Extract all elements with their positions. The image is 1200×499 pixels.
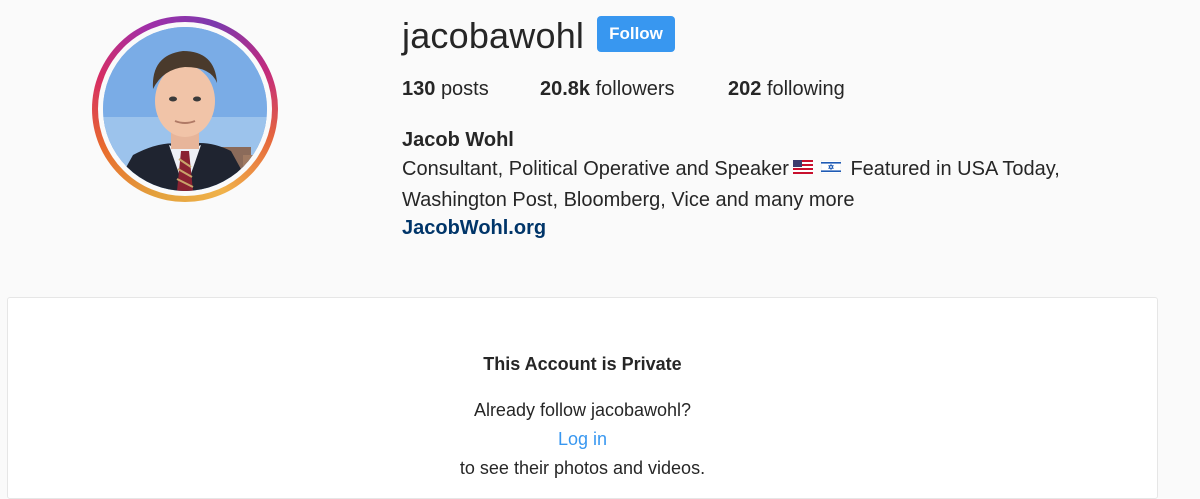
private-account-card: This Account is Private Already follow j… — [7, 297, 1158, 499]
bio-text-part-2: Featured in USA Today, — [850, 158, 1060, 180]
stat-followers[interactable]: 20.8k followers — [540, 77, 675, 101]
posts-count: 130 — [402, 78, 436, 100]
follow-button[interactable]: Follow — [597, 16, 675, 52]
us-flag-icon — [792, 153, 813, 183]
login-link[interactable]: Log in — [558, 429, 607, 449]
login-link-row: Log in — [8, 428, 1157, 450]
following-count: 202 — [728, 78, 762, 100]
profile-avatar[interactable] — [92, 16, 278, 202]
bio-line-2: Washington Post, Bloomberg, Vice and man… — [402, 188, 855, 211]
followers-label: followers — [595, 78, 675, 100]
profile-username: jacobawohl — [402, 15, 585, 56]
avatar-photo — [103, 27, 267, 191]
profile-full-name: Jacob Wohl — [402, 129, 514, 151]
stat-following[interactable]: 202 following — [728, 77, 845, 101]
private-account-question: Already follow jacobawohl? — [473, 400, 692, 420]
profile-website-link[interactable]: JacobWohl.org — [402, 215, 546, 241]
israel-flag-icon — [820, 153, 842, 183]
followers-count: 20.8k — [540, 78, 591, 100]
private-account-subtitle: to see their photos and videos. — [459, 458, 706, 478]
private-account-title: This Account is Private — [483, 354, 682, 374]
avatar-portrait-image — [103, 27, 267, 191]
posts-label: posts — [440, 78, 489, 100]
bio-line-1: Consultant, Political Operative and Spea… — [402, 154, 1122, 185]
following-label: following — [766, 78, 845, 100]
bio-text-part-1: Consultant, Political Operative and Spea… — [402, 158, 789, 180]
profile-bio: Consultant, Political Operative and Spea… — [402, 154, 1122, 215]
avatar-ring-gap — [98, 22, 272, 196]
stat-posts: 130 posts — [402, 77, 489, 101]
